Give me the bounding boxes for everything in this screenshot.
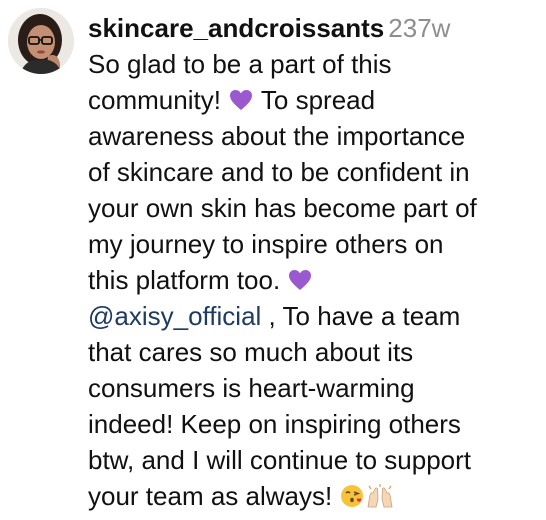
comment-line: @axisy_official , To have a team (88, 298, 540, 334)
comment-line: that cares so much about its (88, 334, 540, 370)
comment-text-segment: btw, and I will continue to support (88, 445, 472, 475)
comment-text-segment: that cares so much about its (88, 337, 414, 367)
comment-line: btw, and I will continue to support (88, 442, 540, 478)
comment-text-segment: your own skin has become part of (88, 193, 477, 223)
comment-text-segment: , To have a team (261, 301, 461, 331)
comment-text-segment: consumers is heart-warming (88, 373, 415, 403)
comment-body: skincare_andcroissants 237w So glad to be… (88, 10, 540, 514)
comment-line: your team as always! (88, 478, 540, 514)
comment-text-segment: So glad to be a part of this (88, 49, 392, 79)
comment-line: So glad to be a part of this (88, 46, 540, 82)
user-avatar[interactable] (8, 8, 74, 74)
purple-heart-icon (228, 87, 254, 113)
comment-text-segment: awareness about the importance (88, 121, 466, 151)
comment-text-segment: this platform too. (88, 265, 288, 295)
comment-line: this platform too. (88, 262, 540, 298)
comment-line: of skincare and to be confident in (88, 154, 540, 190)
comment-line: my journey to inspire others on (88, 226, 540, 262)
comment: skincare_andcroissants 237w So glad to be… (0, 0, 546, 520)
comment-header: skincare_andcroissants 237w (88, 10, 540, 46)
username-link[interactable]: skincare_andcroissants (88, 13, 384, 43)
comment-line: consumers is heart-warming (88, 370, 540, 406)
comment-line: awareness about the importance (88, 118, 540, 154)
comment-text-segment: of skincare and to be confident in (88, 157, 470, 187)
comment-timestamp[interactable]: 237w (388, 13, 450, 43)
comment-line: your own skin has become part of (88, 190, 540, 226)
comment-line: indeed! Keep on inspiring others (88, 406, 540, 442)
comment-text-segment: my journey to inspire others on (88, 229, 444, 259)
raising-hands-icon (365, 483, 393, 509)
comment-text-segment: community! (88, 85, 229, 115)
comment-text: So glad to be a part of this community! … (88, 46, 540, 514)
avatar-photo (8, 8, 74, 74)
comment-text-segment: your team as always! (88, 481, 340, 511)
comment-text-segment: To spread (254, 85, 376, 115)
mention-link[interactable]: @axisy_official (88, 301, 261, 331)
comment-text-segment: indeed! Keep on inspiring others (88, 409, 461, 439)
comment-line: community! To spread (88, 82, 540, 118)
purple-heart-icon (287, 267, 313, 293)
face-blowing-kiss-icon (339, 483, 365, 509)
